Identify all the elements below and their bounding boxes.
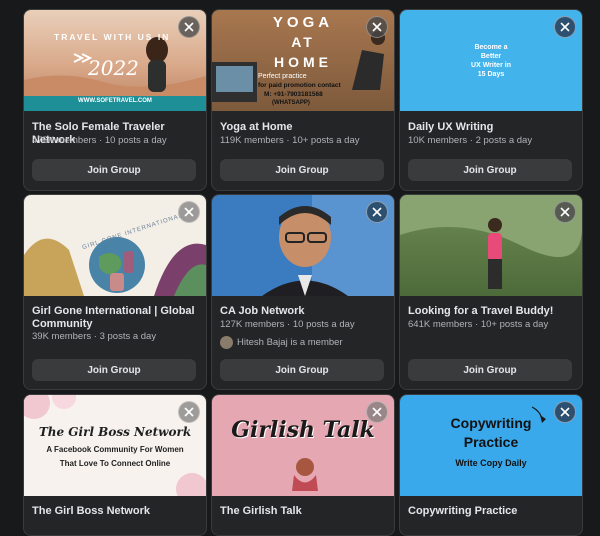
- cover-text-girlish: Girlish Talk: [231, 417, 375, 443]
- dismiss-button[interactable]: [554, 401, 576, 423]
- group-card: YOGA AT HOME Perfect practice for paid p…: [211, 9, 395, 191]
- cover-text-line3: That Love To Connect Online: [59, 459, 171, 468]
- dismiss-button[interactable]: [178, 201, 200, 223]
- cover-text-perfect: Perfect practice: [258, 73, 307, 80]
- group-meta: 641K members · 10+ posts a day: [408, 319, 549, 330]
- groups-grid: TRAVEL WITH US IN 2022 WWW.SOFETRAVEL.CO…: [0, 0, 600, 536]
- group-meta: 119K members · 10+ posts a day: [220, 135, 360, 146]
- cover-text-url: WWW.SOFETRAVEL.COM: [78, 98, 152, 104]
- close-icon: [184, 22, 194, 32]
- group-meta: 475K members · 10 posts a day: [32, 135, 167, 146]
- cover-text-whatsapp: (WHATSAPP): [272, 100, 310, 106]
- cover-text-line2: A Facebook Community For Women: [46, 445, 184, 454]
- dismiss-button[interactable]: [554, 16, 576, 38]
- cover-text-daily: Write Copy Daily: [455, 458, 527, 468]
- close-icon: [560, 22, 570, 32]
- group-title[interactable]: Yoga at Home: [220, 121, 386, 134]
- group-card: Girlish Talk The Girlish Talk: [211, 394, 395, 536]
- group-card: The Girl Boss Network A Facebook Communi…: [23, 394, 207, 536]
- group-title[interactable]: Copywriting Practice: [408, 505, 574, 518]
- group-meta: 127K members · 10 posts a day: [220, 319, 355, 330]
- group-title[interactable]: Girl Gone International | Global Communi…: [32, 305, 198, 331]
- cover-text-at: AT: [291, 34, 315, 50]
- mutual-member: Hitesh Bajaj is a member: [220, 336, 343, 349]
- group-title[interactable]: CA Job Network: [220, 305, 386, 318]
- close-icon: [184, 407, 194, 417]
- group-card: Looking for a Travel Buddy! 641K members…: [399, 194, 583, 390]
- join-group-button[interactable]: Join Group: [220, 359, 384, 381]
- close-icon: [372, 407, 382, 417]
- close-icon: [184, 207, 194, 217]
- dismiss-button[interactable]: [366, 201, 388, 223]
- group-card: GIRL GONE INTERNATIONAL Girl Gone Intern…: [23, 194, 207, 390]
- group-title[interactable]: Looking for a Travel Buddy!: [408, 305, 574, 318]
- close-icon: [560, 207, 570, 217]
- cover-text-uxwriter: UX Writer in: [471, 62, 511, 69]
- group-title[interactable]: The Girlish Talk: [220, 505, 386, 518]
- avatar: [220, 336, 233, 349]
- join-group-button[interactable]: Join Group: [32, 159, 196, 181]
- cover-text-practice: Practice: [463, 434, 519, 450]
- cover-text-contact: for paid promotion contact: [258, 82, 341, 89]
- join-group-button[interactable]: Join Group: [408, 359, 572, 381]
- join-group-button[interactable]: Join Group: [408, 159, 572, 181]
- group-card: Copywriting Practice Write Copy Daily Co…: [399, 394, 583, 536]
- group-title[interactable]: The Girl Boss Network: [32, 505, 198, 518]
- cover-text-days: 15 Days: [477, 71, 505, 78]
- cover-text-home: HOME: [274, 54, 332, 70]
- cover-text-title: The Girl Boss Network: [38, 425, 192, 439]
- group-title[interactable]: Daily UX Writing: [408, 121, 574, 134]
- group-card: TRAVEL WITH US IN 2022 WWW.SOFETRAVEL.CO…: [23, 9, 207, 191]
- dismiss-button[interactable]: [366, 401, 388, 423]
- group-meta: 39K members · 3 posts a day: [32, 331, 157, 342]
- close-icon: [372, 207, 382, 217]
- group-card: CA Job Network 127K members · 10 posts a…: [211, 194, 395, 390]
- cover-text-phone: M: +91-7903181568: [264, 91, 323, 98]
- group-card: Become a Better UX Writer in 15 Days Dai…: [399, 9, 583, 191]
- dismiss-button[interactable]: [366, 16, 388, 38]
- dismiss-button[interactable]: [178, 401, 200, 423]
- join-group-button[interactable]: Join Group: [220, 159, 384, 181]
- mutual-member-text: Hitesh Bajaj is a member: [237, 337, 343, 348]
- cover-text-year: 2022: [88, 56, 139, 80]
- close-icon: [372, 22, 382, 32]
- dismiss-button[interactable]: [554, 201, 576, 223]
- close-icon: [560, 407, 570, 417]
- group-meta: 10K members · 2 posts a day: [408, 135, 533, 146]
- dismiss-button[interactable]: [178, 16, 200, 38]
- cover-text-line1: TRAVEL WITH US IN: [54, 32, 171, 42]
- cover-text-become: Become a: [474, 44, 508, 51]
- join-group-button[interactable]: Join Group: [32, 359, 196, 381]
- cover-text-better: Better: [480, 53, 502, 60]
